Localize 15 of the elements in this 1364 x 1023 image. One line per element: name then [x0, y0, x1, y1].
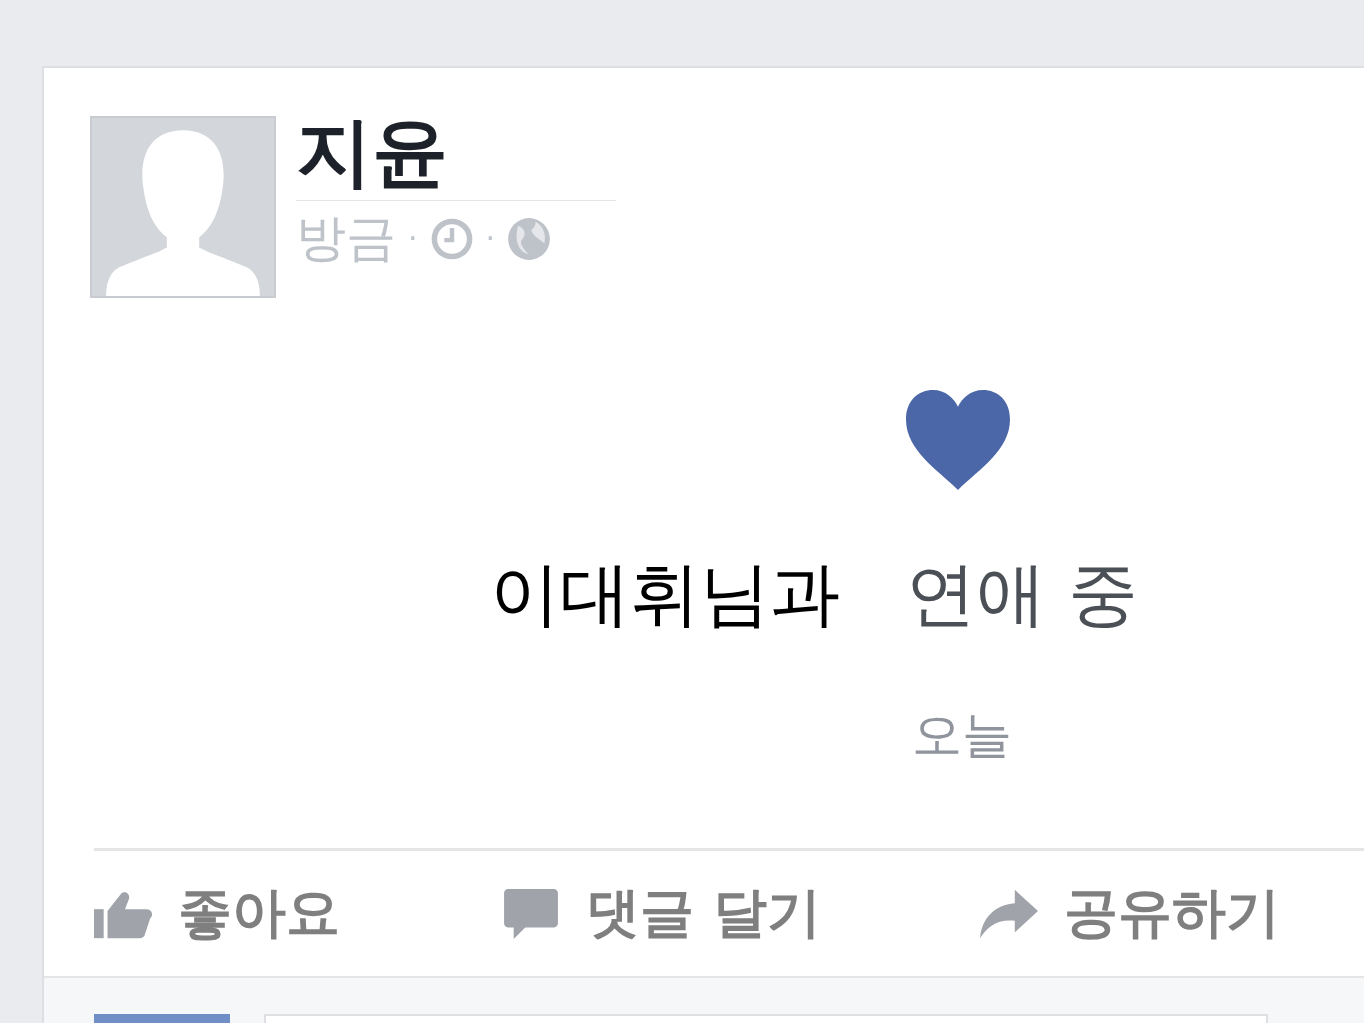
like-button[interactable]: 좋아요 [94, 877, 502, 950]
partner-name[interactable]: 이대휘님과 [489, 548, 840, 642]
avatar-icon[interactable] [90, 116, 276, 298]
heart-icon [906, 388, 1010, 492]
speech-bubble-icon [502, 888, 560, 939]
separator-dot: · [485, 221, 496, 256]
author-name[interactable]: 지윤 [296, 110, 616, 194]
event-date: 오늘 [912, 705, 1012, 766]
share-button[interactable]: 공유하기 [980, 877, 1280, 950]
globe-icon[interactable] [507, 216, 552, 261]
comment-button[interactable]: 댓글 달기 [502, 877, 910, 950]
clock-icon [429, 216, 474, 261]
share-arrow-icon [980, 888, 1038, 939]
relationship-status: 연애 중 [905, 552, 1138, 637]
separator-dot: · [408, 221, 418, 256]
